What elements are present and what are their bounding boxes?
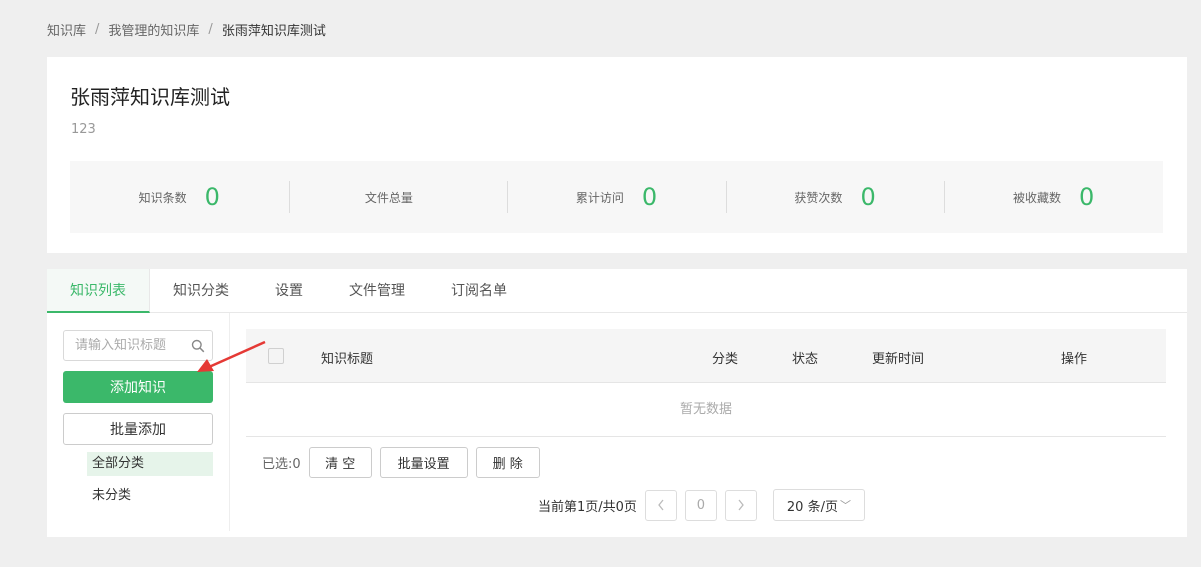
chevron-left-icon — [658, 499, 664, 511]
stat-value: 0 — [641, 183, 658, 211]
chevron-right-icon — [738, 499, 744, 511]
page-number-input[interactable] — [684, 489, 717, 521]
knowledge-base-info-card: 张雨萍知识库测试 123 知识条数 0 文件总量 累计访问 0 获赞次数 0 被… — [47, 57, 1187, 253]
column-header-category: 分类 — [712, 352, 739, 367]
tab-settings[interactable]: 设置 — [252, 269, 326, 313]
stat-value: 0 — [1079, 183, 1095, 211]
breadcrumb-item-knowledge-base[interactable]: 知识库 — [47, 20, 86, 39]
breadcrumb: 知识库 / 我管理的知识库 / 张雨萍知识库测试 — [47, 20, 326, 39]
selected-count: 已选:0 — [262, 457, 301, 472]
prev-page-button[interactable] — [644, 489, 677, 521]
batch-settings-button[interactable]: 批量设置 — [379, 447, 468, 478]
annotation-arrow-icon — [197, 340, 266, 372]
stat-value: 0 — [860, 183, 876, 211]
stat-label: 累计访问 — [575, 190, 624, 205]
breadcrumb-separator: / — [95, 22, 100, 37]
category-uncategorized[interactable]: 未分类 — [87, 484, 213, 508]
clear-selection-button[interactable]: 清 空 — [308, 447, 372, 478]
batch-add-button[interactable]: 批量添加 — [63, 413, 213, 445]
stat-knowledge-count: 知识条数 0 — [70, 161, 289, 233]
stat-label: 获赞次数 — [794, 190, 843, 205]
tab-knowledge-list[interactable]: 知识列表 — [47, 269, 150, 313]
tab-knowledge-categories[interactable]: 知识分类 — [150, 269, 252, 313]
page-size-value: 20 条/页 — [786, 499, 838, 515]
page-title: 张雨萍知识库测试 — [70, 85, 230, 109]
column-header-updated: 更新时间 — [872, 352, 925, 367]
page-info: 当前第1页/共0页 — [538, 499, 637, 515]
breadcrumb-item-my-managed[interactable]: 我管理的知识库 — [108, 20, 199, 39]
add-knowledge-button[interactable]: 添加知识 — [63, 371, 213, 403]
page-size-select[interactable]: 20 条/页 ﹀ — [772, 489, 865, 521]
stat-label: 知识条数 — [138, 190, 187, 205]
stats-bar: 知识条数 0 文件总量 累计访问 0 获赞次数 0 被收藏数 0 — [70, 161, 1163, 233]
stat-favorites: 被收藏数 0 — [944, 161, 1163, 233]
table-header: 知识标题 分类 状态 更新时间 操作 — [246, 329, 1166, 383]
select-all-checkbox[interactable] — [268, 347, 284, 364]
pagination: 当前第1页/共0页 20 条/页 ﹀ — [538, 489, 865, 521]
bulk-actions: 已选:0 清 空 批量设置 删 除 — [262, 447, 548, 478]
next-page-button[interactable] — [724, 489, 757, 521]
stat-label: 被收藏数 — [1013, 190, 1062, 205]
search-input[interactable] — [75, 338, 193, 353]
stat-file-total: 文件总量 — [288, 161, 508, 233]
breadcrumb-separator: / — [208, 22, 213, 37]
tab-file-management[interactable]: 文件管理 — [326, 269, 428, 313]
stat-value: 0 — [204, 183, 220, 211]
column-header-status: 状态 — [792, 352, 819, 367]
stat-likes: 获赞次数 0 — [725, 161, 945, 233]
kb-description: 123 — [71, 122, 96, 137]
tab-bar: 知识列表 知识分类 设置 文件管理 订阅名单 — [47, 269, 1187, 313]
stat-total-visits: 累计访问 0 — [507, 161, 726, 233]
search-box — [63, 330, 213, 361]
knowledge-table: 知识标题 分类 状态 更新时间 操作 暂无数据 已选:0 清 空 批量设置 删 … — [246, 329, 1166, 521]
stat-label: 文件总量 — [364, 190, 413, 205]
category-all[interactable]: 全部分类 — [87, 452, 213, 476]
breadcrumb-current: 张雨萍知识库测试 — [221, 24, 326, 39]
column-header-operations: 操作 — [1061, 352, 1088, 367]
delete-button[interactable]: 删 除 — [475, 447, 540, 478]
tab-subscribers[interactable]: 订阅名单 — [428, 269, 530, 313]
empty-state: 暂无数据 — [246, 383, 1166, 437]
column-header-title: 知识标题 — [321, 352, 374, 367]
knowledge-panel: 知识列表 知识分类 设置 文件管理 订阅名单 添加知识 批量添加 全部分类 未分… — [47, 269, 1187, 537]
chevron-down-icon: ﹀ — [839, 499, 851, 512]
